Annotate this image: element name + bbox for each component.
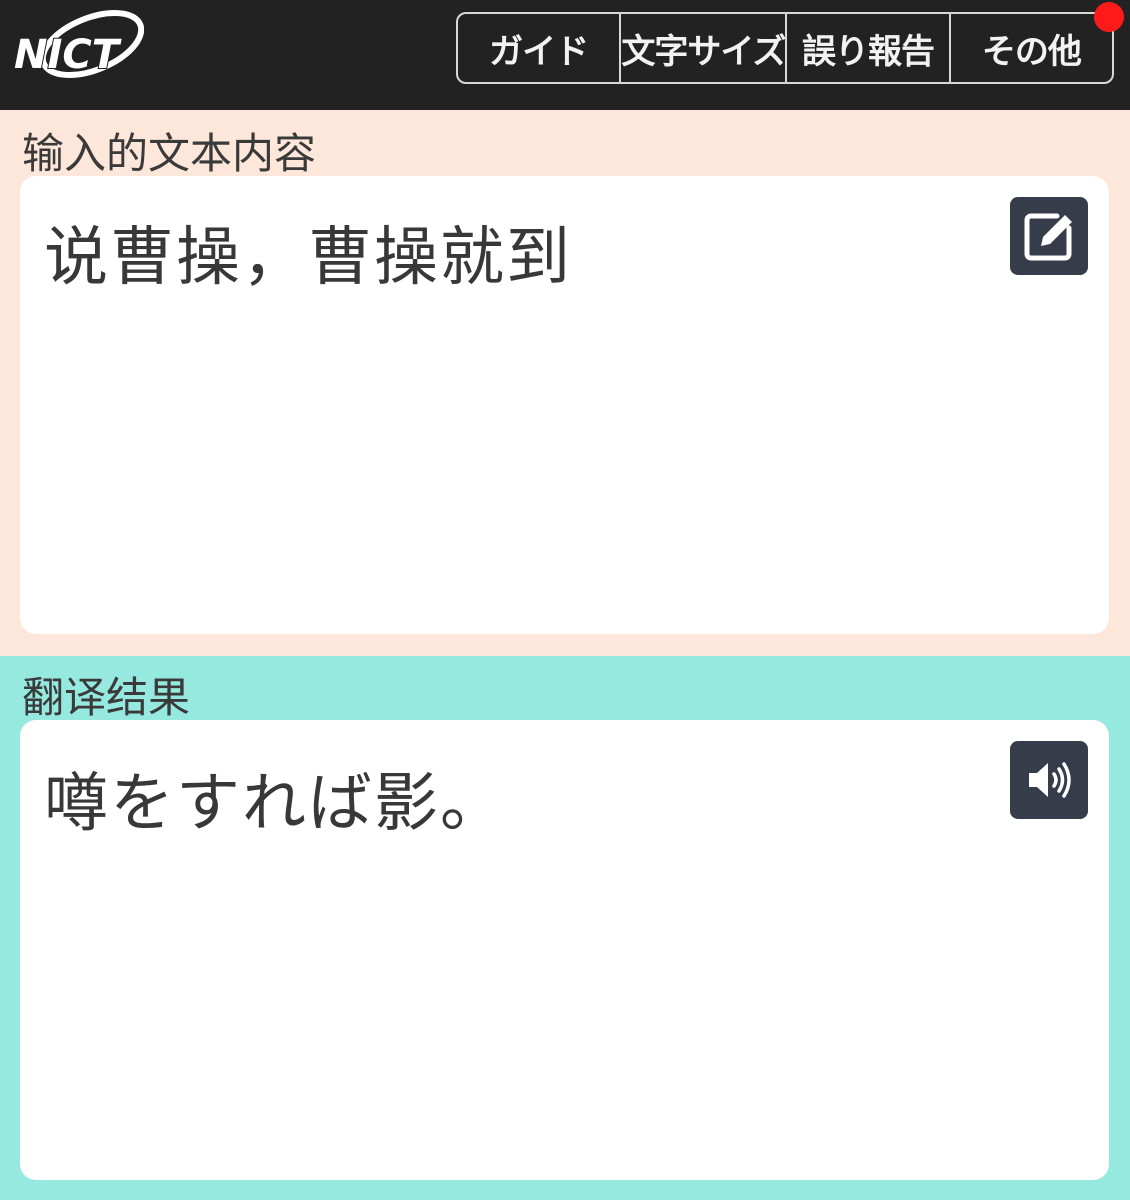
- output-section: 翻译结果 噂をすれば影。: [0, 656, 1130, 1200]
- notification-dot: [1094, 2, 1125, 32]
- speak-button[interactable]: [1010, 741, 1088, 819]
- font-size-button[interactable]: 文字サイズ: [619, 14, 786, 82]
- guide-button[interactable]: ガイド: [458, 14, 619, 82]
- input-section: 输入的文本内容 说曹操，曹操就到: [0, 110, 1130, 656]
- logo-text: NICT: [14, 32, 122, 78]
- input-section-label: 输入的文本内容: [22, 129, 317, 178]
- translation-result-card[interactable]: 噂をすれば影。: [20, 720, 1109, 1180]
- guide-button-label: ガイド: [489, 31, 589, 72]
- error-report-button-label: 誤り報告: [802, 31, 935, 72]
- top-bar: NICT ガイド 文字サイズ 誤り報告 その他: [0, 0, 1130, 110]
- nict-logo[interactable]: NICT: [12, 6, 144, 98]
- input-text: 说曹操，曹操就到: [44, 221, 572, 295]
- other-button[interactable]: その他: [948, 2, 1125, 82]
- other-button-label: その他: [981, 31, 1082, 72]
- font-size-button-label: 文字サイズ: [621, 31, 786, 72]
- output-section-label: 翻译结果: [22, 673, 191, 722]
- speaker-icon: [1029, 762, 1071, 798]
- edit-icon: [1024, 213, 1072, 261]
- input-text-card[interactable]: 说曹操，曹操就到: [20, 176, 1109, 634]
- edit-button[interactable]: [1010, 197, 1088, 275]
- header-nav: ガイド 文字サイズ 誤り報告 その他: [456, 2, 1125, 84]
- error-report-button[interactable]: 誤り報告: [785, 14, 948, 82]
- translation-text: 噂をすれば影。: [44, 767, 506, 841]
